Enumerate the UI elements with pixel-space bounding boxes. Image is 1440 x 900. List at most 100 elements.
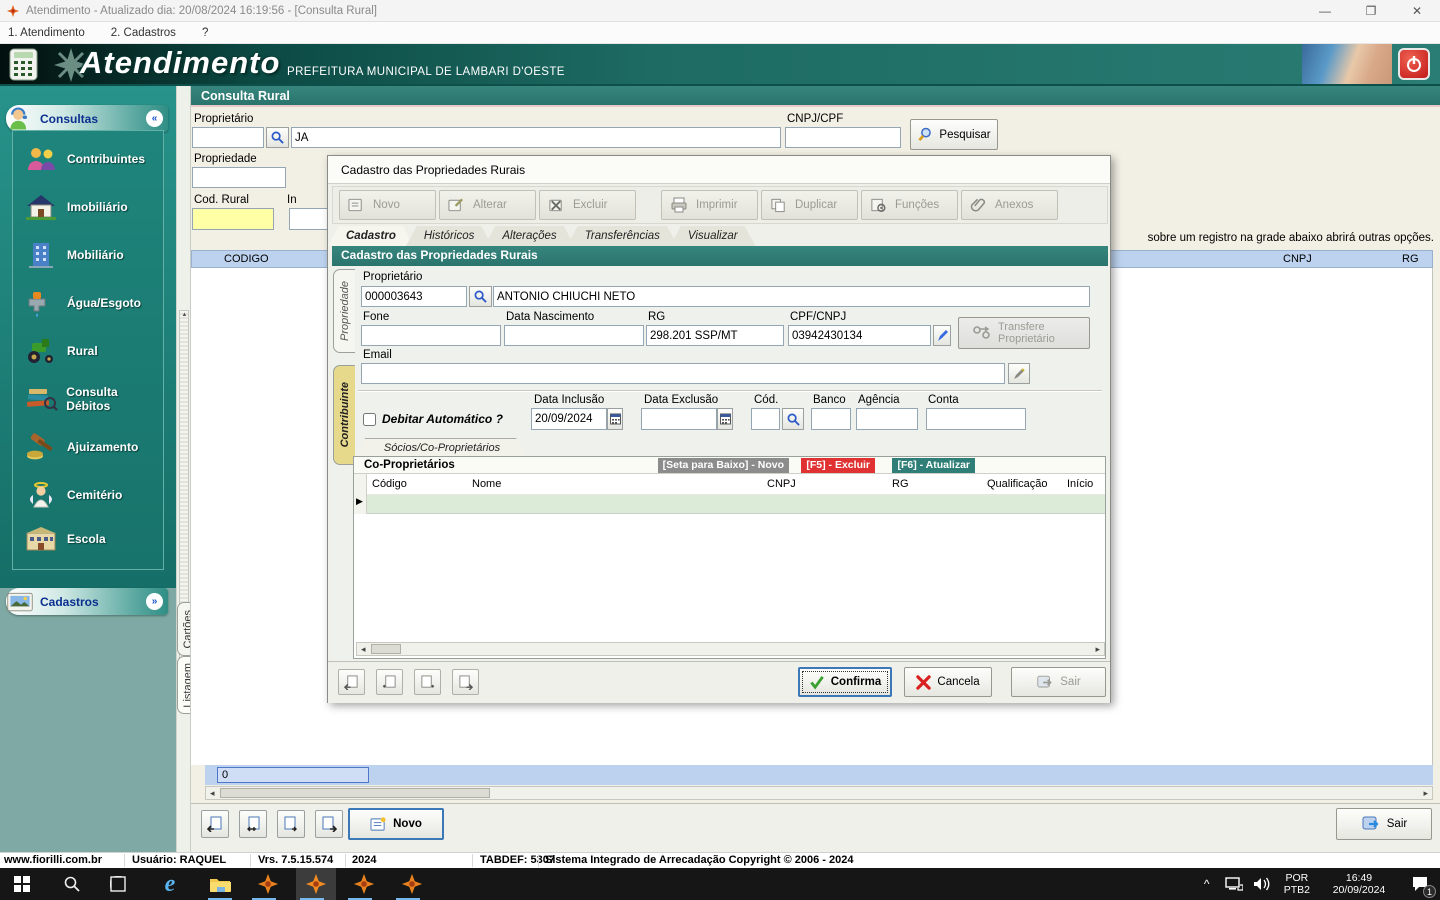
banco-input[interactable] — [811, 408, 851, 430]
cod-rural-input[interactable] — [192, 208, 274, 230]
app-window-4[interactable] — [392, 868, 432, 900]
nav-next-button[interactable] — [277, 810, 305, 838]
transfere-proprietario-button[interactable]: Transfere Proprietário — [958, 317, 1090, 349]
d-nav-next-button[interactable] — [414, 669, 441, 695]
tab-contribuinte[interactable]: Contribuinte — [333, 365, 355, 465]
search-proprietario-button[interactable] — [266, 127, 289, 148]
clock[interactable]: 16:49 20/09/2024 — [1326, 872, 1392, 896]
d-proprietario-code-input[interactable] — [361, 286, 467, 307]
start-button[interactable] — [2, 868, 42, 900]
pesquisar-button[interactable]: Pesquisar — [910, 119, 998, 150]
cp-col-rg[interactable]: RG — [892, 478, 909, 490]
language-indicator[interactable]: POR PTB2 — [1284, 872, 1310, 896]
minimize-button[interactable]: — — [1302, 0, 1348, 22]
app-window-1[interactable] — [248, 868, 288, 900]
toolbar-excluir-button[interactable]: Excluir — [539, 190, 636, 220]
tab-propriedade[interactable]: Propriedade — [333, 269, 355, 353]
nav-first-button[interactable] — [201, 810, 229, 838]
conta-input[interactable] — [926, 408, 1026, 430]
cp-col-nome[interactable]: Nome — [472, 478, 501, 490]
proprietario-name-input[interactable] — [291, 127, 781, 148]
chevron-up-icon[interactable]: « — [146, 110, 163, 127]
cancela-button[interactable]: Cancela — [904, 667, 992, 697]
tab-visualizar[interactable]: Visualizar — [670, 226, 756, 246]
toolbar-novo-button[interactable]: Novo — [339, 190, 436, 220]
data-exclusao-input[interactable] — [641, 408, 717, 430]
cod-banco-input[interactable] — [751, 408, 780, 430]
speaker-icon[interactable] — [1253, 877, 1271, 891]
internet-explorer-button[interactable]: e — [150, 868, 190, 900]
cp-col-qualificacao[interactable]: Qualificação — [987, 478, 1048, 490]
col-cnpj[interactable]: CNPJ — [1283, 253, 1312, 265]
col-rg[interactable]: RG — [1402, 253, 1419, 265]
cp-col-cnpj[interactable]: CNPJ — [767, 478, 796, 490]
cpf-cnpj-input[interactable] — [788, 325, 931, 346]
restore-button[interactable]: ❐ — [1348, 0, 1394, 22]
data-exclusao-calendar-button[interactable] — [717, 408, 733, 430]
confirma-button[interactable]: Confirma — [798, 667, 892, 697]
sidebar-group-consultas[interactable]: Consultas « — [6, 105, 168, 132]
toolbar-funcoes-button[interactable]: Funções — [861, 190, 958, 220]
menu-cadastros[interactable]: 2. Cadastros — [111, 27, 176, 39]
sidebar-item-ajuizamento[interactable]: Ajuizamento — [23, 427, 163, 467]
tab-alteracoes[interactable]: Alterações — [484, 226, 574, 246]
tab-socios-coproprietarios[interactable]: Sócios/Co-Proprietários — [356, 438, 528, 456]
dialog-sair-button[interactable]: Sair — [1011, 667, 1106, 697]
notification-center-button[interactable]: 1 — [1400, 868, 1440, 900]
chevron-down-icon[interactable]: » — [146, 593, 163, 610]
menu-atendimento[interactable]: 1. Atendimento — [8, 27, 85, 39]
cnpj-cpf-input[interactable] — [785, 127, 901, 148]
tray-chevron-icon[interactable]: ^ — [1194, 877, 1220, 891]
main-horizontal-scrollbar[interactable]: ◂ ▸ — [205, 786, 1433, 800]
sidebar-item-agua-esgoto[interactable]: Água/Esgoto — [23, 283, 163, 323]
power-button[interactable] — [1398, 48, 1430, 80]
nav-prior-button[interactable] — [239, 810, 267, 838]
nav-last-button[interactable] — [315, 810, 343, 838]
debitar-automatico-checkbox[interactable] — [363, 413, 376, 426]
file-explorer-button[interactable] — [200, 868, 240, 900]
cp-col-codigo[interactable]: Código — [372, 478, 407, 490]
d-search-proprietario-button[interactable] — [469, 286, 492, 307]
app-window-2-active[interactable] — [296, 868, 336, 900]
agencia-input[interactable] — [856, 408, 918, 430]
toolbar-imprimir-button[interactable]: Imprimir — [661, 190, 758, 220]
d-proprietario-name-input[interactable] — [493, 286, 1090, 307]
tab-transferencias[interactable]: Transferências — [567, 226, 678, 246]
proprietario-code-input[interactable] — [192, 127, 264, 148]
novo-button[interactable]: Novo — [348, 808, 444, 840]
email-input[interactable] — [361, 363, 1005, 384]
col-codigo[interactable]: CODIGO — [224, 253, 269, 265]
fone-input[interactable] — [361, 325, 501, 346]
coproprietarios-scrollbar[interactable]: ◂ ▸ — [356, 642, 1105, 656]
email-send-button[interactable] — [1008, 363, 1030, 384]
toolbar-anexos-button[interactable]: Anexos — [961, 190, 1058, 220]
sidebar-item-imobiliario[interactable]: Imobiliário — [23, 187, 163, 227]
sidebar-item-escola[interactable]: Escola — [23, 519, 163, 559]
task-view-button[interactable] — [98, 868, 138, 900]
cp-col-inicio[interactable]: Início — [1067, 478, 1093, 490]
sidebar-item-rural[interactable]: Rural — [23, 331, 163, 371]
tab-historicos[interactable]: Históricos — [406, 226, 492, 246]
cpf-edit-button[interactable] — [933, 325, 951, 346]
rg-input[interactable] — [646, 325, 784, 346]
app-window-3[interactable] — [344, 868, 384, 900]
d-nav-last-button[interactable] — [452, 669, 479, 695]
tab-cadastro[interactable]: Cadastro — [328, 226, 414, 246]
data-inclusao-calendar-button[interactable] — [607, 408, 623, 430]
d-nav-first-button[interactable] — [338, 669, 365, 695]
sidebar-item-cemiterio[interactable]: Cemitério — [23, 475, 163, 515]
sidebar-item-contribuintes[interactable]: Contribuintes — [23, 139, 163, 179]
network-icon[interactable] — [1225, 877, 1243, 891]
close-button[interactable]: ✕ — [1394, 0, 1440, 22]
sidebar-item-mobiliario[interactable]: Mobiliário — [23, 235, 163, 275]
data-inclusao-input[interactable] — [531, 408, 607, 430]
toolbar-alterar-button[interactable]: Alterar — [439, 190, 536, 220]
search-banco-button[interactable] — [782, 408, 804, 430]
main-sair-button[interactable]: Sair — [1336, 808, 1432, 840]
coproprietarios-selected-row[interactable] — [367, 494, 1105, 514]
propriedade-input[interactable] — [192, 167, 286, 188]
data-nascimento-input[interactable] — [504, 325, 644, 346]
d-nav-prior-button[interactable] — [376, 669, 403, 695]
sidebar-group-cadastros[interactable]: Cadastros » — [6, 588, 168, 615]
taskbar-search-button[interactable] — [52, 868, 92, 900]
